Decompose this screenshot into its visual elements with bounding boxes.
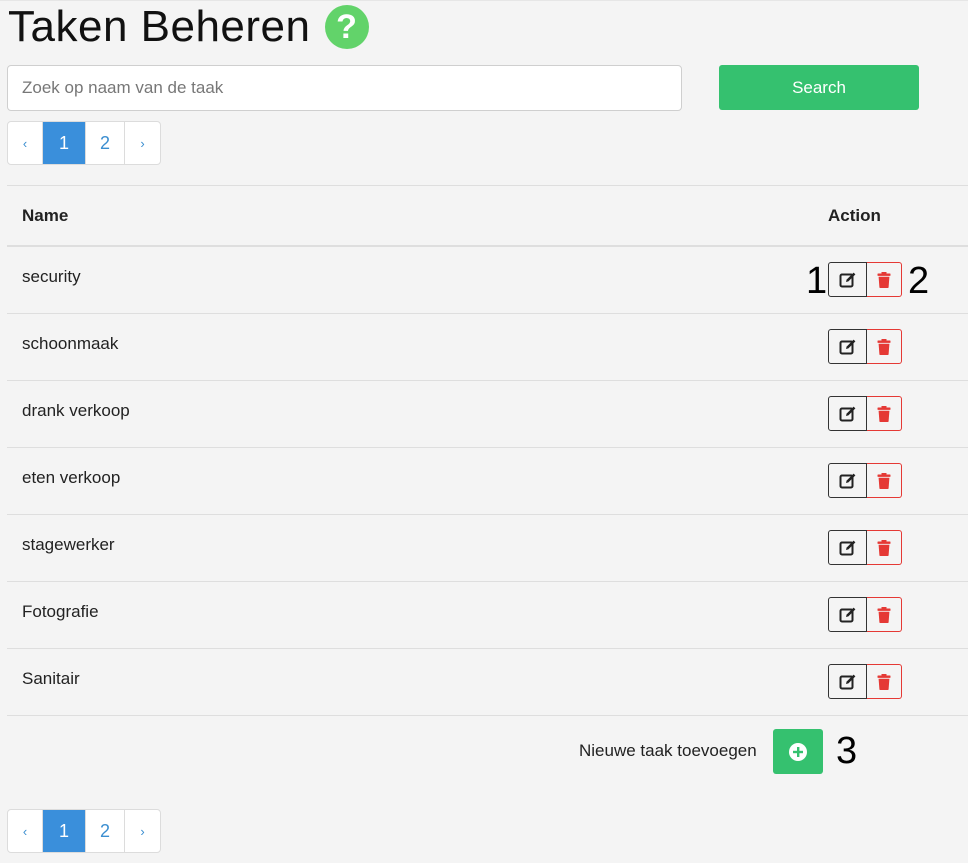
edit-button[interactable]: [828, 262, 867, 297]
row-actions: [828, 597, 902, 632]
pagination-bottom: ‹ 1 2 ›: [7, 809, 161, 853]
plus-circle-icon: [789, 742, 807, 761]
add-task-row: Nieuwe taak toevoegen 3: [0, 729, 968, 775]
pagination-top: ‹ 1 2 ›: [7, 121, 161, 165]
delete-button[interactable]: [867, 597, 902, 632]
table-body: security schoonmaak drank verkoop eten verk…: [7, 247, 968, 716]
table-row: Sanitair: [7, 649, 968, 716]
table-row: eten verkoop: [7, 448, 968, 515]
annotation-1: 1: [806, 260, 828, 302]
search-input[interactable]: [7, 65, 682, 111]
edit-icon: [839, 674, 855, 689]
row-actions: [828, 329, 902, 364]
row-actions: [828, 396, 902, 431]
task-name: stagewerker: [22, 535, 115, 554]
add-task-label: Nieuwe taak toevoegen: [579, 741, 757, 760]
delete-button[interactable]: [867, 396, 902, 431]
search-button[interactable]: Search: [719, 65, 919, 110]
delete-button[interactable]: [867, 262, 902, 297]
edit-button[interactable]: [828, 530, 867, 565]
edit-icon: [839, 607, 855, 622]
pagination-page-2[interactable]: 2: [86, 122, 125, 164]
question-circle-icon[interactable]: ?: [324, 5, 369, 49]
page-title: Taken Beheren: [8, 2, 311, 51]
trash-icon: [877, 606, 891, 623]
delete-button[interactable]: [867, 329, 902, 364]
table-row: Fotografie: [7, 582, 968, 649]
table-header: Name Action: [7, 185, 968, 247]
pagination-page-1[interactable]: 1: [43, 122, 86, 164]
delete-button[interactable]: [867, 463, 902, 498]
edit-icon: [839, 339, 855, 354]
trash-icon: [877, 539, 891, 556]
task-name: Fotografie: [22, 602, 99, 621]
trash-icon: [877, 472, 891, 489]
trash-icon: [877, 338, 891, 355]
trash-icon: [877, 673, 891, 690]
annotation-3: 3: [836, 730, 858, 772]
edit-icon: [839, 473, 855, 488]
column-header-name: Name: [22, 206, 69, 225]
pagination-page-2[interactable]: 2: [86, 810, 125, 852]
add-task-button[interactable]: [773, 729, 823, 774]
row-actions: [828, 530, 902, 565]
header: Taken Beheren ?: [8, 2, 369, 52]
task-name: schoonmaak: [22, 334, 119, 353]
pagination-next[interactable]: ›: [125, 810, 160, 852]
row-actions: [828, 463, 902, 498]
edit-icon: [839, 272, 855, 287]
column-header-action: Action: [828, 206, 881, 225]
pagination-page-1[interactable]: 1: [43, 810, 86, 852]
delete-button[interactable]: [867, 530, 902, 565]
task-name: Sanitair: [22, 669, 80, 688]
edit-button[interactable]: [828, 597, 867, 632]
table-row: drank verkoop: [7, 381, 968, 448]
edit-button[interactable]: [828, 664, 867, 699]
pagination-next[interactable]: ›: [125, 122, 160, 164]
task-name: security: [22, 267, 81, 286]
edit-button[interactable]: [828, 463, 867, 498]
row-actions: [828, 664, 902, 699]
table-row: schoonmaak: [7, 314, 968, 381]
edit-icon: [839, 540, 855, 555]
trash-icon: [877, 405, 891, 422]
task-name: drank verkoop: [22, 401, 130, 420]
pagination-prev[interactable]: ‹: [8, 810, 43, 852]
annotation-2: 2: [908, 260, 930, 302]
pagination-prev[interactable]: ‹: [8, 122, 43, 164]
task-name: eten verkoop: [22, 468, 121, 487]
table-row: stagewerker: [7, 515, 968, 582]
row-actions: [828, 262, 902, 297]
edit-button[interactable]: [828, 329, 867, 364]
delete-button[interactable]: [867, 664, 902, 699]
edit-icon: [839, 406, 855, 421]
edit-button[interactable]: [828, 396, 867, 431]
trash-icon: [877, 271, 891, 288]
